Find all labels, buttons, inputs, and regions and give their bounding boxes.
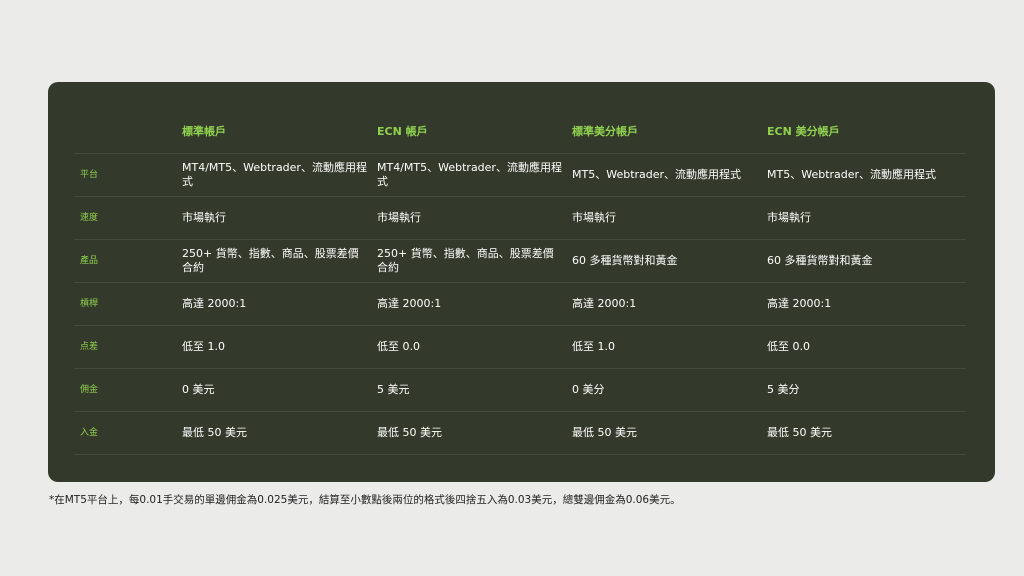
table-cell: MT4/MT5、Webtrader、流動應用程式: [182, 161, 367, 188]
table-cell: 60 多種貨幣對和黃金: [767, 254, 873, 267]
table-cell: 最低 50 美元: [377, 426, 442, 439]
table-row-commission: 佣金 0 美元 5 美元 0 美分 5 美分: [74, 369, 966, 412]
account-comparison-card: 標準帳戶 ECN 帳戶 標準美分帳戶 ECN 美分帳戶 平台 MT4/MT5、W…: [48, 82, 995, 482]
table-cell: 市場執行: [767, 211, 811, 224]
table-cell: 最低 50 美元: [572, 426, 637, 439]
row-label: 平台: [80, 170, 99, 180]
table-cell: 0 美元: [182, 383, 215, 396]
table-row-spread: 点差 低至 1.0 低至 0.0 低至 1.0 低至 0.0: [74, 326, 966, 369]
table-row-platform: 平台 MT4/MT5、Webtrader、流動應用程式 MT4/MT5、Webt…: [74, 154, 966, 197]
table-row-leverage: 槓桿 高達 2000:1 高達 2000:1 高達 2000:1 高達 2000…: [74, 283, 966, 326]
table-cell: MT5、Webtrader、流動應用程式: [572, 168, 742, 181]
table-cell: 市場執行: [182, 211, 226, 224]
table-cell: MT5、Webtrader、流動應用程式: [767, 168, 937, 181]
table-cell: 高達 2000:1: [182, 297, 247, 310]
table-cell: 最低 50 美元: [767, 426, 832, 439]
table-cell: 高達 2000:1: [767, 297, 832, 310]
table-cell: MT4/MT5、Webtrader、流動應用程式: [377, 161, 562, 188]
table-cell: 低至 0.0: [767, 340, 810, 353]
table-cell: 高達 2000:1: [377, 297, 442, 310]
row-label: 佣金: [80, 385, 99, 395]
column-header-standard-cent: 標準美分帳戶: [572, 124, 638, 138]
table-cell: 60 多種貨幣對和黃金: [572, 254, 678, 267]
table-cell: 低至 0.0: [377, 340, 420, 353]
table-cell: 0 美分: [572, 383, 605, 396]
row-label: 入金: [80, 428, 99, 438]
account-comparison-table: 標準帳戶 ECN 帳戶 標準美分帳戶 ECN 美分帳戶 平台 MT4/MT5、W…: [74, 110, 966, 455]
table-cell: 高達 2000:1: [572, 297, 637, 310]
table-cell: 市場執行: [377, 211, 421, 224]
table-cell: 250+ 貨幣、指數、商品、股票差價合約: [182, 247, 359, 274]
page: 標準帳戶 ECN 帳戶 標準美分帳戶 ECN 美分帳戶 平台 MT4/MT5、W…: [0, 0, 1024, 576]
table-cell: 5 美分: [767, 383, 800, 396]
table-row-speed: 速度 市場執行 市場執行 市場執行 市場執行: [74, 197, 966, 240]
table-cell: 最低 50 美元: [182, 426, 247, 439]
row-label: 槓桿: [80, 299, 99, 309]
row-label: 速度: [80, 213, 99, 223]
table-cell: 市場執行: [572, 211, 616, 224]
table-cell: 250+ 貨幣、指數、商品、股票差價合約: [377, 247, 554, 274]
column-header-standard: 標準帳戶: [182, 124, 226, 138]
column-header-ecn: ECN 帳戶: [377, 124, 428, 138]
row-label: 產品: [80, 256, 99, 266]
column-header-ecn-cent: ECN 美分帳戶: [767, 124, 840, 138]
table-cell: 低至 1.0: [572, 340, 615, 353]
table-cell: 5 美元: [377, 383, 410, 396]
table-cell: 低至 1.0: [182, 340, 225, 353]
row-label: 点差: [80, 342, 99, 352]
table-row-products: 產品 250+ 貨幣、指數、商品、股票差價合約 250+ 貨幣、指數、商品、股票…: [74, 240, 966, 283]
table-row-deposit: 入金 最低 50 美元 最低 50 美元 最低 50 美元 最低 50 美元: [74, 412, 966, 455]
commission-footnote: *在MT5平台上，每0.01手交易的單邊佣金為0.025美元，結算至小數點後兩位…: [49, 494, 681, 506]
table-header-row: 標準帳戶 ECN 帳戶 標準美分帳戶 ECN 美分帳戶: [74, 110, 966, 154]
